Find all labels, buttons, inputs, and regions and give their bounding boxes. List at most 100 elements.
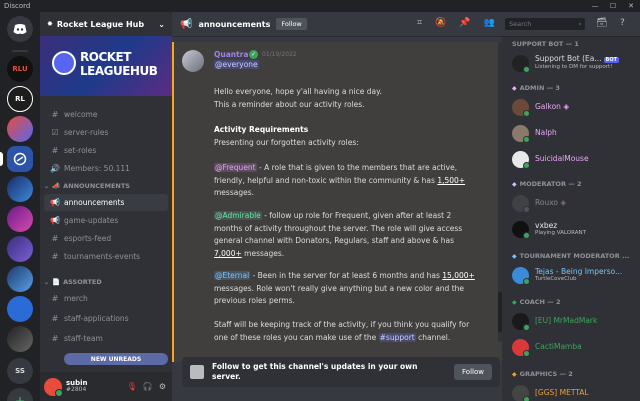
server-ss[interactable]: SS [7,358,33,384]
gear-icon[interactable]: ⚙ [159,382,166,391]
message-text: general channel with Donators, Regulars,… [214,236,455,245]
server-rl[interactable]: RL [7,86,33,112]
member-list: SUPPORT BOT — 1 Support Bot (Ea... BOT Li… [502,36,640,401]
channel-welcome[interactable]: # welcome [44,106,168,123]
channel-game-updates[interactable]: 📢 game-updates [44,212,168,229]
window-title: Discord [4,2,31,10]
message-author[interactable]: Quantra [214,50,248,59]
channel-mention-support[interactable]: #support [378,332,416,342]
title-bar: Discord — ☐ ✕ [0,0,640,12]
member-cactimamba[interactable]: CactiMamba [512,336,636,358]
category-assorted[interactable]: ⌄ 📄 ASSORTED [44,278,102,286]
channel-label: merch [64,294,88,303]
channel-members-count[interactable]: 🔊 Members: 50.111 [44,160,168,177]
add-server-button[interactable]: + [7,388,33,401]
author-avatar[interactable] [182,50,204,72]
channel-label: server-rules [64,128,109,137]
member-list-icon[interactable]: 👥 [484,18,495,28]
avatar[interactable] [44,377,63,397]
member-nalph[interactable]: Nalph [512,122,636,144]
message-timestamp: 01/19/2022 [262,51,297,58]
server-5[interactable] [7,176,33,202]
maximize-icon[interactable]: ☐ [604,2,622,10]
channel-set-roles[interactable]: # set-roles [44,142,168,159]
role-mention-admirable[interactable]: @Admirable [214,211,262,220]
text-channel-icon: # [51,294,59,303]
member-status: Listening to DM for support! [535,64,613,71]
server-6[interactable] [7,206,33,232]
member-support-bot[interactable]: Support Bot (Ea... BOT Listening to DM fo… [512,52,636,74]
announcement-channel-icon: 📢 [50,216,60,225]
selected-server-indicator [0,152,3,166]
channel-staff-applications[interactable]: # staff-applications [44,310,168,327]
channel-tournaments-events[interactable]: # tournaments-events [44,248,168,265]
channel-announcements[interactable]: 📢 announcements [44,194,168,211]
message-text: months of activity throughout the server… [214,223,463,233]
message-text: - A role that is given to the members th… [256,163,458,172]
threads-icon[interactable]: ⌗ [417,18,422,28]
category-label: ASSORTED [63,278,102,286]
server-9[interactable] [7,296,33,322]
role-icon: ◆ [512,180,517,188]
megaphone-icon: 📣 [52,182,61,190]
bell-icon[interactable]: 🔕 [435,18,446,28]
notepad-icon: 📄 [52,278,61,286]
message-count: 7,000+ [214,248,242,258]
role-mention-eternal[interactable]: @Eternal [214,271,251,280]
channel-title: announcements [198,19,271,29]
message-paragraph-admirable: @Admirable - follow up role for Frequent… [214,210,494,260]
member-suicidalmouse[interactable]: SuicidalMouse [512,148,636,170]
member-mettal[interactable]: [GGS] METTAL [512,382,636,401]
member-rouxo[interactable]: Rouxo ◈ [512,192,636,214]
message-count: 15,000+ [442,271,475,280]
channel-merch[interactable]: # merch [44,290,168,307]
role-mention-frequent[interactable]: @Frequent [214,163,257,172]
close-icon[interactable]: ✕ [622,2,640,10]
headphones-icon[interactable]: 🎧 [143,382,153,391]
server-rlu[interactable]: RLU [7,56,33,82]
chevron-down-icon[interactable]: ⌄ [158,20,165,29]
inbox-icon[interactable]: 🗃 [596,18,607,28]
channel-esports-feed[interactable]: # esports-feed [44,230,168,247]
channel-label: esports-feed [64,234,112,243]
verified-server-icon: ✸ [47,20,53,28]
guild-header[interactable]: ✸ Rocket League Hub ⌄ [40,12,172,36]
announcement-channel-icon: 📢 [180,18,193,30]
member-galkon[interactable]: Galkon ◈ [512,96,636,118]
role-gem-icon: ◈ [563,102,570,111]
channel-label: game-updates [64,216,119,225]
channel-staff-team[interactable]: # staff-team [44,330,168,347]
follow-channel-button[interactable]: Follow [276,18,307,30]
search-placeholder: Search [509,20,532,28]
new-unreads-button[interactable]: NEW UNREADS [64,353,168,365]
role-icon: ◆ [512,252,517,260]
mute-microphone-icon[interactable]: 🎙 [127,382,137,391]
member-tejas[interactable]: Tejas - Being Imperso... TurtleCoveClub [512,264,636,286]
message-paragraph-eternal: @Eternal - Been in the server for at lea… [214,270,494,308]
channel-server-rules[interactable]: ☑ server-rules [44,124,168,141]
message-text: previous roles perms. [214,296,295,305]
text-channel-icon: # [51,314,59,323]
discord-window: Discord — ☐ ✕ RLU RL SS + ✸ Rocket Leagu… [0,0,640,401]
search-input[interactable]: Search ⌕ [505,18,585,30]
server-8[interactable] [7,266,33,292]
server-3[interactable] [7,116,33,142]
banner-line-2: LEAGUEHUB [80,64,158,78]
server-rocket-league-hub[interactable] [7,146,33,172]
category-announcements[interactable]: ⌄ 📣 ANNOUNCEMENTS [44,182,130,190]
follow-button[interactable]: Follow [454,364,492,380]
member-vxbez[interactable]: vxbez Playing VALORANT [512,218,636,240]
text-channel-icon: # [51,234,59,243]
minimize-icon[interactable]: — [586,2,604,10]
everyone-mention[interactable]: @everyone [214,60,259,69]
help-icon[interactable]: ? [620,18,625,28]
server-10[interactable] [7,326,33,352]
verified-badge-icon: ✓ [249,50,258,59]
member-mrmadmark[interactable]: [EU] MrMadMark [512,310,636,332]
message-paragraph-requirements: Activity Requirements Presenting our for… [214,124,494,149]
member-status: TurtleCoveClub [535,276,577,283]
home-discord-icon[interactable] [7,16,33,42]
avatar [512,384,530,401]
server-7[interactable] [7,236,33,262]
pin-icon[interactable]: 📌 [459,18,470,28]
